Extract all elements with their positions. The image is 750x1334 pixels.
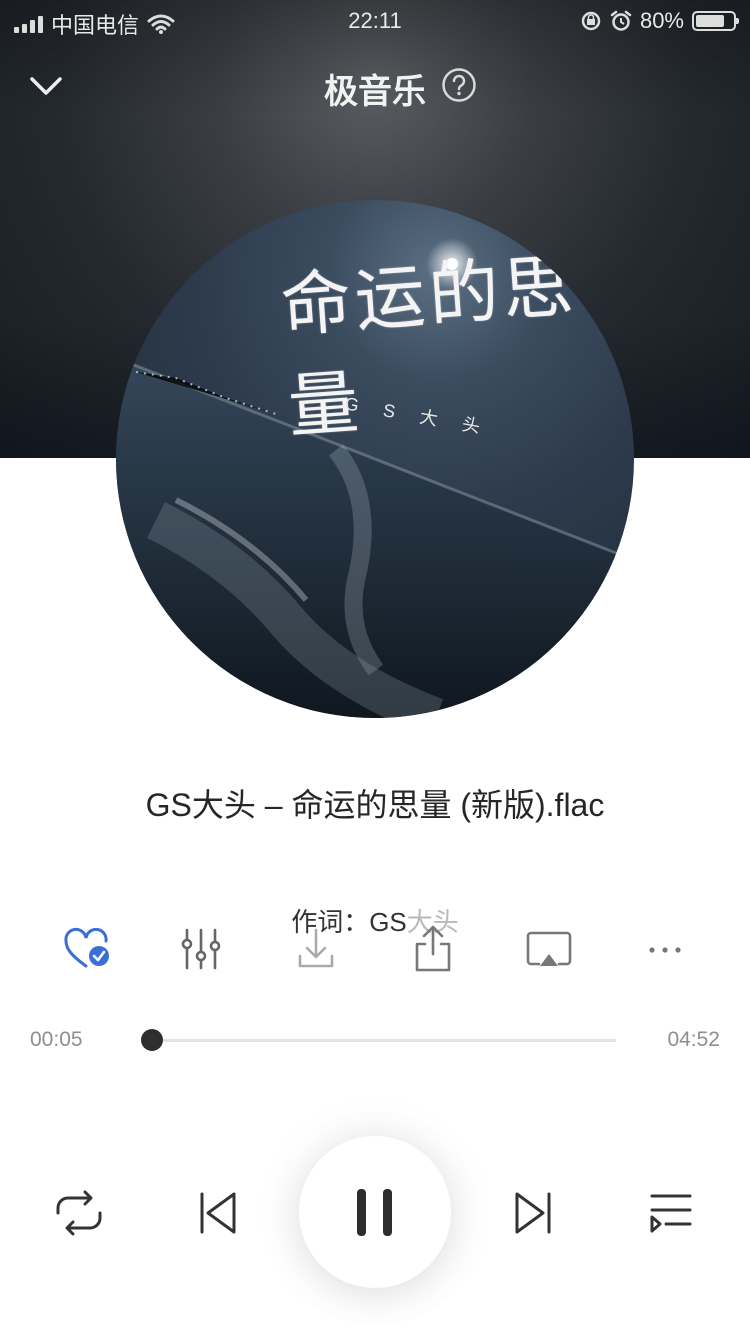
rotation-lock-icon: [581, 11, 601, 31]
playlist-icon[interactable]: [644, 1186, 698, 1240]
share-icon[interactable]: [405, 922, 461, 978]
action-bar: [0, 922, 750, 978]
battery-percent: 80%: [639, 8, 684, 33]
app-title: 极音乐: [324, 73, 426, 111]
album-cover[interactable]: 命运的思量 G S 大 头: [116, 200, 634, 718]
progress-thumb[interactable]: [141, 1029, 164, 1051]
top-nav: 极音乐: [0, 52, 750, 118]
total-time: 04:52: [667, 1028, 720, 1051]
download-icon[interactable]: [288, 922, 344, 978]
question-circle-icon[interactable]: [441, 67, 477, 103]
current-time: 00:05: [30, 1028, 83, 1051]
airplay-icon[interactable]: [521, 922, 577, 978]
sliders-icon[interactable]: [173, 922, 229, 978]
playback-controls: [0, 1130, 750, 1290]
repeat-icon[interactable]: [52, 1186, 106, 1240]
status-bar: 中国电信 22:11 80%: [0, 0, 750, 40]
next-icon[interactable]: [507, 1188, 557, 1238]
heart-check-icon[interactable]: [60, 922, 116, 978]
song-title: GS大头 – 命运的思量 (新版).flac: [145, 787, 605, 823]
previous-icon[interactable]: [194, 1188, 244, 1238]
progress-track[interactable]: [144, 1039, 616, 1042]
battery-icon: [692, 11, 739, 31]
more-icon[interactable]: [637, 922, 693, 978]
pause-button[interactable]: [299, 1136, 451, 1288]
progress-bar: 00:05 04:52: [0, 1020, 750, 1060]
alarm-icon: [610, 10, 632, 31]
